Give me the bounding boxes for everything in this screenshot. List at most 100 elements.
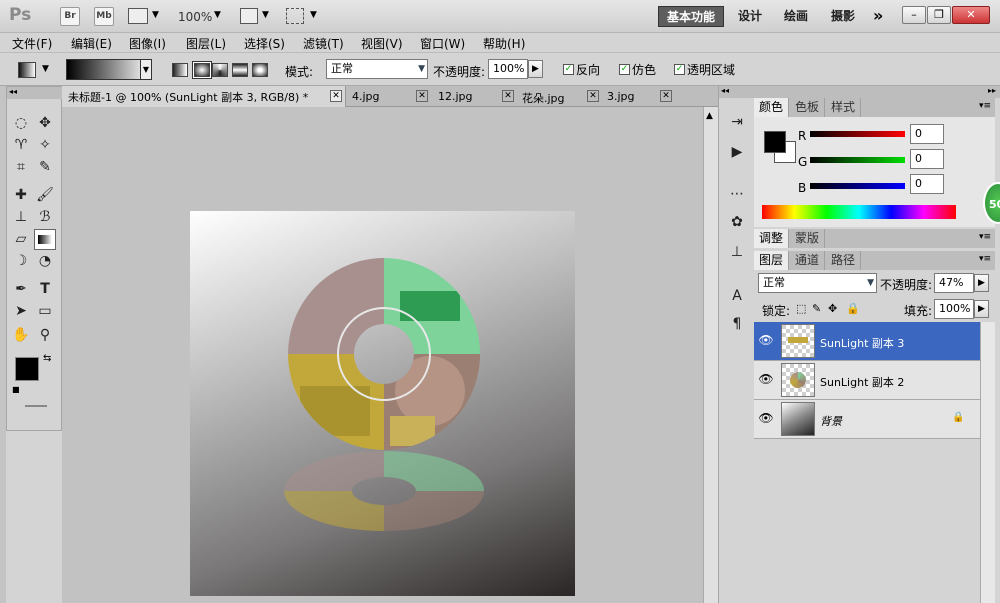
- character-panel-icon[interactable]: A: [726, 286, 748, 307]
- foreground-color-swatch[interactable]: [15, 357, 39, 381]
- restore-icon[interactable]: ❐: [927, 6, 951, 24]
- blur-tool-icon[interactable]: ☽: [10, 251, 32, 272]
- type-tool-icon[interactable]: T: [34, 279, 56, 300]
- brush-tool-icon[interactable]: 🖌: [34, 185, 56, 206]
- lock-all-icon[interactable]: 🔒: [846, 302, 860, 315]
- fill-input[interactable]: 100%: [934, 299, 974, 319]
- workspace-design[interactable]: 设计: [730, 6, 770, 27]
- linear-gradient-icon[interactable]: [172, 63, 188, 77]
- mini-bridge-button[interactable]: Mb: [94, 7, 114, 26]
- tab-styles[interactable]: 样式: [826, 98, 862, 117]
- healing-brush-tool-icon[interactable]: ✚: [10, 185, 32, 206]
- quick-mask-icon[interactable]: [25, 405, 47, 407]
- workspace-painting[interactable]: 绘画: [776, 6, 816, 27]
- document-canvas[interactable]: [190, 211, 575, 596]
- tab-color[interactable]: 颜色: [754, 98, 790, 117]
- menu-filter[interactable]: 滤镜(T): [303, 35, 344, 52]
- panel-menu-icon[interactable]: ▾≡: [979, 101, 991, 111]
- layer-row[interactable]: 👁 SunLight 副本 3: [754, 322, 980, 361]
- close-tab-icon[interactable]: ✕: [660, 90, 672, 102]
- blue-slider[interactable]: [810, 183, 905, 189]
- foreground-color-swatch[interactable]: [764, 131, 786, 153]
- doc-tab-flower[interactable]: 花朵.jpg: [522, 90, 565, 106]
- doc-tab-4[interactable]: 4.jpg: [352, 90, 380, 103]
- lock-position-icon[interactable]: ✥: [828, 302, 837, 315]
- red-slider[interactable]: [810, 131, 905, 137]
- menu-window[interactable]: 窗口(W): [420, 35, 465, 52]
- chevron-down-icon[interactable]: ▼: [140, 60, 151, 79]
- hand-tool-icon[interactable]: ✋: [10, 325, 32, 346]
- tab-swatches[interactable]: 色板: [790, 98, 826, 117]
- doc-tab-3[interactable]: 3.jpg: [607, 90, 635, 103]
- quick-select-tool-icon[interactable]: ✧: [34, 135, 56, 156]
- collapse-icon[interactable]: ◂◂: [719, 86, 755, 98]
- arrange-documents-icon[interactable]: [240, 8, 258, 24]
- panel-menu-icon[interactable]: ▾≡: [979, 232, 991, 242]
- path-select-tool-icon[interactable]: ➤: [10, 301, 32, 322]
- lock-transparency-icon[interactable]: ⬚: [796, 302, 806, 315]
- bridge-button[interactable]: Br: [60, 7, 80, 26]
- close-tab-icon[interactable]: ✕: [502, 90, 514, 102]
- green-slider[interactable]: [810, 157, 905, 163]
- gradient-tool-preset-icon[interactable]: [18, 62, 36, 78]
- close-tab-icon[interactable]: ✕: [416, 90, 428, 102]
- radial-gradient-icon[interactable]: [194, 63, 210, 77]
- r-value-input[interactable]: 0: [910, 124, 944, 144]
- dodge-tool-icon[interactable]: ◔: [34, 251, 56, 272]
- visibility-eye-icon[interactable]: 👁: [757, 409, 775, 427]
- menu-help[interactable]: 帮助(H): [483, 35, 525, 52]
- chevron-down-icon[interactable]: ▼: [310, 10, 317, 20]
- minimize-icon[interactable]: –: [902, 6, 926, 24]
- default-colors-icon[interactable]: ■: [12, 385, 20, 394]
- visibility-eye-icon[interactable]: 👁: [757, 370, 775, 388]
- clone-source-icon[interactable]: ⊥: [726, 242, 748, 263]
- doc-tab-12[interactable]: 12.jpg: [438, 90, 473, 103]
- blend-mode-select[interactable]: 正常 ▼: [758, 273, 877, 293]
- menu-view[interactable]: 视图(V): [361, 35, 403, 52]
- workspace-essentials[interactable]: 基本功能: [658, 6, 725, 27]
- layer-name[interactable]: SunLight 副本 3: [820, 335, 904, 351]
- tab-adjustments[interactable]: 调整: [754, 229, 790, 248]
- lock-brush-icon[interactable]: ✎: [812, 302, 821, 315]
- transparency-checkbox[interactable]: ✓: [674, 64, 685, 75]
- tab-channels[interactable]: 通道: [790, 251, 826, 270]
- chevron-down-icon[interactable]: ▼: [152, 10, 159, 20]
- menu-edit[interactable]: 编辑(E): [71, 35, 112, 52]
- view-extras-icon[interactable]: [128, 8, 148, 24]
- layer-row[interactable]: 👁 背景 🔒: [754, 400, 980, 439]
- close-tab-icon[interactable]: ✕: [330, 90, 342, 102]
- eraser-tool-icon[interactable]: ▱: [10, 229, 32, 250]
- b-value-input[interactable]: 0: [910, 174, 944, 194]
- zoom-level[interactable]: 100%: [178, 10, 212, 24]
- layer-opacity-input[interactable]: 47%: [934, 273, 974, 293]
- screen-mode-icon[interactable]: [286, 8, 304, 24]
- menu-image[interactable]: 图像(I): [129, 35, 166, 52]
- move-tool-icon[interactable]: ✥: [34, 113, 56, 134]
- layer-name[interactable]: SunLight 副本 2: [820, 374, 904, 390]
- layers-scrollbar[interactable]: [980, 322, 995, 603]
- brushes-panel-icon[interactable]: ✿: [726, 212, 748, 233]
- reverse-checkbox[interactable]: ✓: [563, 64, 574, 75]
- menu-select[interactable]: 选择(S): [244, 35, 285, 52]
- opacity-slider-button[interactable]: ▶: [528, 60, 543, 78]
- history-panel-icon[interactable]: ⇥: [726, 112, 748, 133]
- menu-layer[interactable]: 图层(L): [186, 35, 226, 52]
- fill-slider-button[interactable]: ▶: [974, 300, 989, 318]
- color-spectrum-bar[interactable]: [762, 205, 956, 219]
- chevron-down-icon[interactable]: ▼: [262, 10, 269, 20]
- brush-presets-icon[interactable]: ⋯: [726, 184, 748, 205]
- collapse-icon[interactable]: ▸▸: [754, 86, 1000, 98]
- gradient-tool-icon[interactable]: [34, 229, 56, 250]
- collapse-icon[interactable]: ◂◂: [7, 87, 63, 99]
- g-value-input[interactable]: 0: [910, 149, 944, 169]
- menu-file[interactable]: 文件(F): [12, 35, 52, 52]
- vertical-scrollbar[interactable]: ▲: [703, 107, 718, 603]
- workspace-photography[interactable]: 摄影: [823, 6, 863, 27]
- opacity-slider-button[interactable]: ▶: [974, 274, 989, 292]
- opacity-input[interactable]: 100%: [488, 59, 528, 79]
- more-workspaces-button[interactable]: »: [873, 6, 883, 25]
- layer-name[interactable]: 背景: [820, 413, 842, 429]
- diamond-gradient-icon[interactable]: [252, 63, 268, 77]
- dither-checkbox[interactable]: ✓: [619, 64, 630, 75]
- tab-masks[interactable]: 蒙版: [790, 229, 826, 248]
